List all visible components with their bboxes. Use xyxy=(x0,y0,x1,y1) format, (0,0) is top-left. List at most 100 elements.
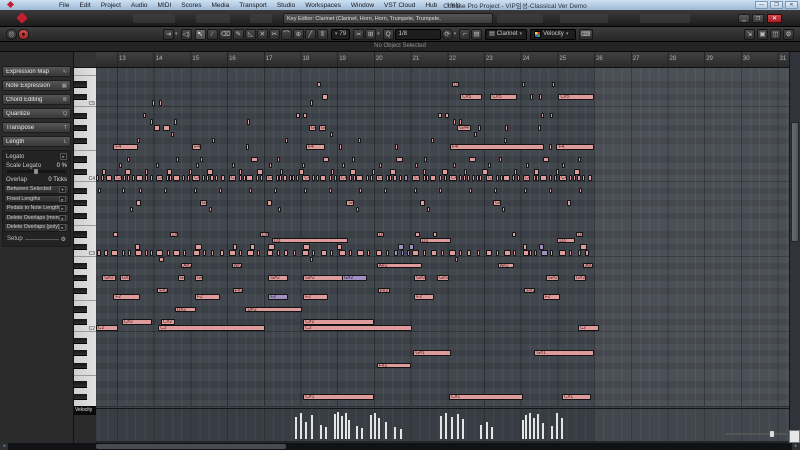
edit-active-part-button[interactable]: ▤ xyxy=(471,28,483,40)
midi-note[interactable] xyxy=(280,169,284,175)
midi-note[interactable] xyxy=(532,175,536,181)
midi-note[interactable] xyxy=(162,125,170,131)
velocity-bar[interactable] xyxy=(394,427,397,439)
midi-note[interactable] xyxy=(316,175,320,181)
midi-note[interactable] xyxy=(321,94,329,100)
midi-note[interactable] xyxy=(504,250,511,256)
editor-restore-button[interactable]: ❐ xyxy=(752,14,764,23)
midi-note[interactable] xyxy=(275,175,279,181)
midi-note[interactable] xyxy=(419,200,425,206)
midi-note[interactable] xyxy=(283,250,288,256)
midi-note[interactable] xyxy=(139,187,143,194)
menu-studio[interactable]: Studio xyxy=(272,2,300,9)
midi-note[interactable]: D3 xyxy=(557,237,576,244)
velocity-bar[interactable] xyxy=(370,415,373,439)
piano-black-key[interactable] xyxy=(74,275,87,282)
midi-note[interactable] xyxy=(443,175,447,181)
piano-black-key[interactable] xyxy=(74,393,87,400)
midi-note[interactable]: D3 xyxy=(419,237,452,244)
velocity-bar[interactable] xyxy=(334,414,337,439)
velocity-bar[interactable] xyxy=(325,427,328,439)
midi-note[interactable]: G#2 xyxy=(341,275,367,281)
midi-note[interactable] xyxy=(427,206,431,213)
midi-note[interactable] xyxy=(202,175,206,181)
midi-note[interactable] xyxy=(247,119,251,125)
piano-black-key[interactable] xyxy=(74,318,87,325)
inspector-section-expression-map[interactable]: Expression Map ∿ xyxy=(2,66,71,77)
midi-note[interactable] xyxy=(101,175,105,181)
midi-note[interactable] xyxy=(322,156,330,163)
piano-black-key[interactable] xyxy=(74,137,87,144)
midi-note[interactable] xyxy=(136,200,142,206)
midi-note[interactable] xyxy=(210,250,215,256)
editor-close-button[interactable]: ✕ xyxy=(767,14,782,23)
midi-note[interactable]: G#2 xyxy=(303,275,343,281)
midi-note[interactable]: C2 xyxy=(303,325,412,331)
midi-note[interactable] xyxy=(188,169,192,175)
midi-note[interactable] xyxy=(303,112,308,119)
midi-note[interactable] xyxy=(549,175,553,181)
horizontal-scrollbar[interactable]: ◂ ▸ xyxy=(0,443,800,450)
midi-note[interactable] xyxy=(267,200,273,206)
midi-note[interactable] xyxy=(383,187,387,194)
piano-black-key[interactable] xyxy=(74,187,87,194)
midi-note[interactable] xyxy=(309,256,313,263)
piano-black-key[interactable] xyxy=(74,287,87,294)
midi-note[interactable] xyxy=(231,162,235,169)
midi-note[interactable] xyxy=(477,125,481,131)
midi-note[interactable] xyxy=(467,250,472,256)
midi-note[interactable]: C4 xyxy=(114,175,122,181)
midi-note[interactable] xyxy=(257,250,261,256)
midi-note[interactable] xyxy=(359,187,363,194)
midi-note[interactable] xyxy=(247,250,254,256)
toolbar-setup-button[interactable]: ⚙ xyxy=(783,28,794,40)
midi-note[interactable] xyxy=(452,162,456,169)
midi-note[interactable]: G#2 xyxy=(437,275,450,281)
midi-note[interactable]: F2 xyxy=(303,294,329,300)
velocity-bar[interactable] xyxy=(310,415,313,439)
midi-note[interactable] xyxy=(401,250,405,256)
midi-note[interactable] xyxy=(385,250,389,256)
solo-editor-button[interactable]: ◎ xyxy=(6,28,17,40)
midi-note[interactable] xyxy=(365,175,369,181)
midi-note[interactable]: G#2 xyxy=(194,275,203,281)
midi-note[interactable] xyxy=(317,81,321,88)
velocity-bar[interactable] xyxy=(550,426,553,439)
midi-note[interactable] xyxy=(246,144,250,150)
midi-note[interactable] xyxy=(128,250,131,256)
midi-note[interactable] xyxy=(211,137,215,144)
midi-note[interactable] xyxy=(452,119,456,125)
midi-note[interactable] xyxy=(150,250,154,256)
midi-note[interactable] xyxy=(540,250,548,256)
midi-note[interactable] xyxy=(219,250,224,256)
midi-note[interactable]: C4 xyxy=(339,175,347,181)
layout-2-button[interactable]: ◫ xyxy=(770,28,781,40)
midi-note[interactable]: D#2 xyxy=(245,306,302,313)
autoscroll-button[interactable]: ⇥ xyxy=(163,28,174,40)
midi-note[interactable] xyxy=(150,119,154,125)
midi-note[interactable] xyxy=(466,175,471,181)
layout-1-button[interactable]: ▣ xyxy=(757,28,768,40)
midi-note[interactable]: F4 xyxy=(192,144,201,150)
midi-note[interactable]: G#3 xyxy=(493,200,501,206)
midi-note[interactable]: G#3 xyxy=(199,200,208,206)
menu-edit[interactable]: Edit xyxy=(74,2,95,9)
show-part-borders-button[interactable]: ⌐ xyxy=(459,28,471,40)
midi-note[interactable] xyxy=(393,175,398,181)
vertical-scrollbar-thumb[interactable] xyxy=(791,122,799,242)
draw-tool-button[interactable]: ✎ xyxy=(232,28,244,40)
midi-note[interactable] xyxy=(476,250,480,256)
midi-note[interactable] xyxy=(250,156,258,163)
time-warp-tool-button[interactable]: ╱ xyxy=(304,28,316,40)
midi-note[interactable] xyxy=(580,244,587,250)
midi-note[interactable] xyxy=(462,175,466,181)
menu-window[interactable]: Window xyxy=(346,2,379,9)
midi-note[interactable] xyxy=(242,175,246,181)
midi-note[interactable] xyxy=(172,250,180,256)
velocity-bar[interactable] xyxy=(340,416,343,439)
midi-note[interactable] xyxy=(550,250,554,256)
iterative-quantize-button[interactable]: ⟳ xyxy=(441,28,453,40)
action-pedals-to-note-length[interactable]: Pedals to Note Length ▸ xyxy=(4,204,69,213)
midi-note[interactable] xyxy=(414,187,418,194)
midi-note[interactable] xyxy=(356,175,364,181)
